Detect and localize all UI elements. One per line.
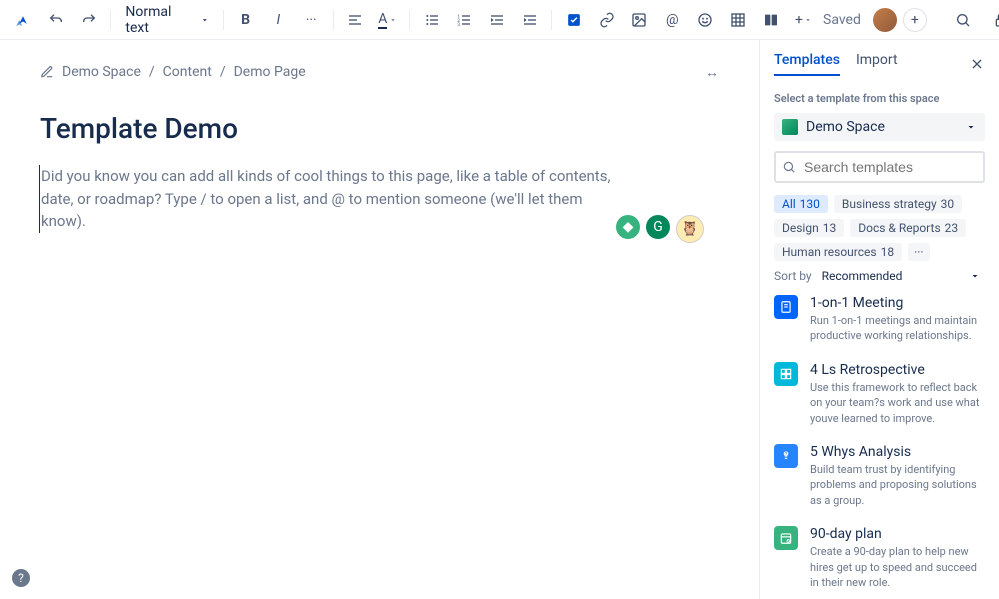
template-item[interactable]: 4 Ls Retrospective Use this framework to… [774, 362, 985, 426]
indent-button[interactable] [515, 4, 546, 36]
breadcrumb-item[interactable]: Demo Page [234, 64, 306, 80]
undo-button[interactable] [41, 4, 72, 36]
add-collaborator-button[interactable]: + [903, 8, 927, 32]
category-chip[interactable]: Docs & Reports 23 [850, 219, 966, 237]
insert-button[interactable]: + [788, 4, 819, 36]
editor-placeholder[interactable]: Did you know you can add all kinds of co… [39, 165, 619, 233]
template-desc: Use this framework to reflect back on yo… [810, 380, 985, 426]
emoji-button[interactable] [690, 4, 721, 36]
category-chips: All 130 Business strategy 30 Design 13 D… [774, 195, 985, 261]
category-chip[interactable]: Business strategy 30 [834, 195, 962, 213]
template-title: 1-on-1 Meeting [810, 295, 985, 311]
template-icon: ? [774, 444, 798, 468]
page-title[interactable]: Template Demo [40, 112, 719, 145]
space-name: Demo Space [806, 119, 885, 135]
template-item[interactable]: 1-on-1 Meeting Run 1-on-1 meetings and m… [774, 295, 985, 344]
template-desc: Build team trust by identifying problems… [810, 462, 985, 508]
saved-status: Saved [823, 12, 861, 28]
bullet-list-button[interactable] [416, 4, 447, 36]
align-button[interactable] [340, 4, 371, 36]
restrictions-button[interactable] [985, 4, 999, 36]
italic-button[interactable]: I [263, 4, 294, 36]
category-chip[interactable]: All 130 [774, 195, 828, 213]
widget-owl-icon[interactable]: 🦉 [676, 215, 704, 243]
template-icon [774, 362, 798, 386]
category-more-chip[interactable]: ··· [908, 243, 929, 261]
panel-close-button[interactable] [969, 56, 985, 72]
text-color-button[interactable]: A [372, 4, 403, 36]
app-logo-icon[interactable] [8, 4, 39, 36]
widget-suggestion-icon[interactable]: ◆ [616, 215, 640, 239]
chevron-down-icon [965, 121, 977, 133]
more-formatting-button[interactable]: ··· [296, 4, 327, 36]
template-title: 4 Ls Retrospective [810, 362, 985, 378]
template-desc: Run 1-on-1 meetings and maintain product… [810, 313, 985, 344]
sort-by-label: Sort by [774, 269, 812, 283]
edit-icon [40, 65, 54, 79]
editor-toolbar: Normal text B I ··· A 123 [0, 0, 999, 40]
space-icon [782, 119, 798, 135]
search-button[interactable] [947, 4, 979, 36]
help-button[interactable]: ? [12, 569, 30, 587]
numbered-list-button[interactable]: 123 [449, 4, 480, 36]
table-button[interactable] [722, 4, 753, 36]
tab-templates[interactable]: Templates [774, 52, 840, 76]
chevron-down-icon [969, 270, 981, 282]
tab-import[interactable]: Import [856, 52, 898, 76]
page-width-toggle[interactable]: ↔ [705, 64, 719, 81]
text-style-select[interactable]: Normal text [117, 4, 217, 36]
panel-subtitle: Select a template from this space [774, 92, 985, 105]
breadcrumb-item[interactable]: Demo Space [62, 64, 141, 80]
search-icon [782, 160, 796, 174]
template-title: 90-day plan [810, 526, 985, 542]
template-item[interactable]: ? 5 Whys Analysis Build team trust by id… [774, 444, 985, 508]
action-item-button[interactable] [558, 4, 589, 36]
link-button[interactable] [591, 4, 622, 36]
breadcrumb: Demo Space / Content / Demo Page [40, 64, 719, 80]
template-icon [774, 526, 798, 550]
breadcrumb-item[interactable]: Content [163, 64, 212, 80]
template-icon [774, 295, 798, 319]
user-avatar[interactable] [873, 8, 897, 32]
outdent-button[interactable] [482, 4, 513, 36]
redo-button[interactable] [74, 4, 105, 36]
editor-area[interactable]: Demo Space / Content / Demo Page ↔ Templ… [0, 40, 759, 599]
mention-button[interactable]: @ [657, 4, 688, 36]
templates-panel: Templates Import Select a template from … [759, 40, 999, 599]
widget-grammarly-icon[interactable]: G [646, 215, 670, 239]
svg-text:3: 3 [458, 22, 461, 28]
layouts-button[interactable] [755, 4, 786, 36]
template-list: 1-on-1 Meeting Run 1-on-1 meetings and m… [774, 295, 985, 590]
category-chip[interactable]: Design 13 [774, 219, 844, 237]
template-item[interactable]: 90-day plan Create a 90-day plan to help… [774, 526, 985, 590]
category-chip[interactable]: Human resources 18 [774, 243, 902, 261]
template-search-input[interactable] [774, 151, 985, 183]
template-desc: Create a 90-day plan to help new hires g… [810, 544, 985, 590]
bold-button[interactable]: B [230, 4, 261, 36]
floating-widgets: ◆ G 🦉 [616, 215, 704, 243]
text-style-label: Normal text [125, 4, 195, 36]
template-title: 5 Whys Analysis [810, 444, 985, 460]
chevron-down-icon [200, 15, 210, 25]
sort-select[interactable]: Recommended [822, 269, 985, 283]
space-selector[interactable]: Demo Space [774, 113, 985, 141]
image-button[interactable] [624, 4, 655, 36]
